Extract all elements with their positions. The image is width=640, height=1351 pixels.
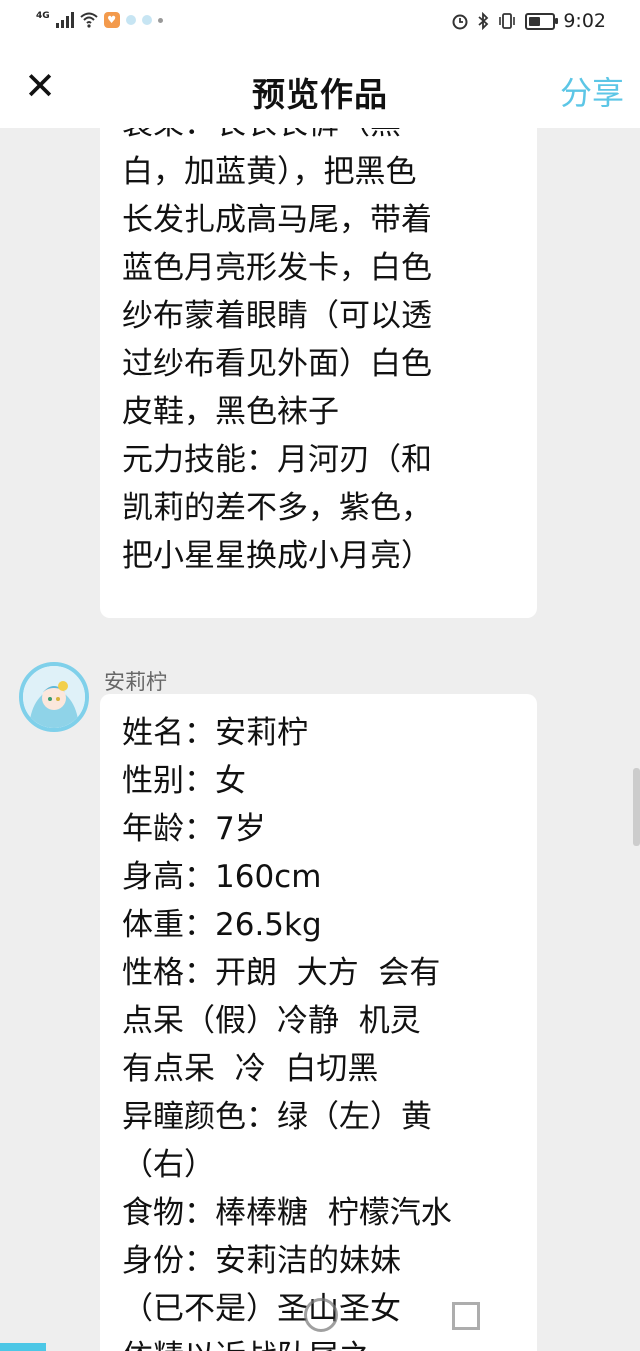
- message-text: 装束：长衣长裤（黑 白，加蓝黄），把黑色 长发扎成高马尾，带着 蓝色月亮形发卡，…: [122, 128, 537, 580]
- message-line: 依精以近战队尾之: [122, 1333, 537, 1351]
- message-line: 长发扎成高马尾，带着: [122, 202, 432, 238]
- page-title: 预览作品: [252, 75, 388, 114]
- message-line: 有点呆 冷 白切黑: [122, 1051, 379, 1087]
- message-line: 白，加蓝黄），把黑色: [122, 154, 417, 190]
- message-line: 蓝色月亮形发卡，白色: [122, 250, 432, 286]
- message-line: （右）: [122, 1147, 215, 1183]
- alarm-icon: [452, 14, 468, 30]
- status-left: 4G ♥: [36, 10, 163, 28]
- message-bubble: 装束：长衣长裤（黑 白，加蓝黄），把黑色 长发扎成高马尾，带着 蓝色月亮形发卡，…: [100, 128, 537, 618]
- message-line: 性格：开朗 大方 会有: [122, 955, 441, 991]
- recent-apps-icon[interactable]: [452, 1302, 480, 1330]
- more-notifications-icon: [157, 17, 163, 23]
- share-button[interactable]: 分享: [560, 68, 624, 114]
- scrollbar[interactable]: [633, 768, 640, 846]
- message-line: 元力技能：月河刃（和: [122, 442, 432, 478]
- status-bar: 4G ♥ 9:02: [0, 0, 640, 48]
- status-right: 9:02: [451, 10, 606, 32]
- app-header: ✕ 预览作品 分享: [0, 48, 640, 128]
- message-text: 姓名：安莉柠 性别：女 年龄：7岁 身高：160cm 体重：26.5kg 性格：…: [122, 694, 537, 1351]
- message-line: 性别：女: [122, 763, 246, 799]
- message-line: 食物：棒棒糖 柠檬汽水: [122, 1195, 452, 1231]
- sender-name: 安莉柠: [104, 670, 167, 694]
- message-line: 过纱布看见外面）白色: [122, 346, 432, 382]
- message-line: 纱布蒙着眼睛（可以透: [122, 298, 432, 334]
- wifi-icon: [79, 12, 98, 28]
- message-line: 身高：160cm: [122, 859, 322, 895]
- message-line: 异瞳颜色：绿（左）黄: [122, 1099, 432, 1135]
- message-line: 体重：26.5kg: [122, 907, 322, 943]
- notification-dot-icon: [141, 15, 152, 25]
- home-button-icon[interactable]: [304, 1298, 338, 1332]
- message-line: 年龄：7岁: [122, 811, 266, 847]
- bluetooth-icon: [478, 12, 489, 30]
- avatar-image: [23, 666, 85, 728]
- edge-tab: [0, 1343, 46, 1351]
- app-notification-icon: ♥: [103, 12, 120, 28]
- message-line: 凯莉的差不多，紫色，: [122, 490, 432, 526]
- clock: 9:02: [563, 10, 606, 32]
- vibrate-icon: [499, 13, 516, 29]
- message-list[interactable]: 装束：长衣长裤（黑 白，加蓝黄），把黑色 长发扎成高马尾，带着 蓝色月亮形发卡，…: [0, 128, 640, 1351]
- avatar[interactable]: [19, 662, 89, 732]
- message-bubble: 姓名：安莉柠 性别：女 年龄：7岁 身高：160cm 体重：26.5kg 性格：…: [100, 694, 537, 1351]
- signal-icon: [55, 12, 74, 28]
- message-line: 姓名：安莉柠: [122, 715, 308, 751]
- message-line: 身份：安莉洁的妹妹: [122, 1243, 401, 1279]
- message-line: 点呆（假）冷静 机灵: [122, 1003, 421, 1039]
- message-line: 皮鞋，黑色袜子: [122, 394, 339, 430]
- message-line: 装束：长衣长裤（黑: [122, 128, 537, 148]
- battery-icon: [525, 12, 559, 30]
- notification-dot-icon: [125, 15, 136, 25]
- network-type: 4G: [36, 10, 50, 21]
- message-line: 把小星星换成小月亮）: [122, 538, 432, 574]
